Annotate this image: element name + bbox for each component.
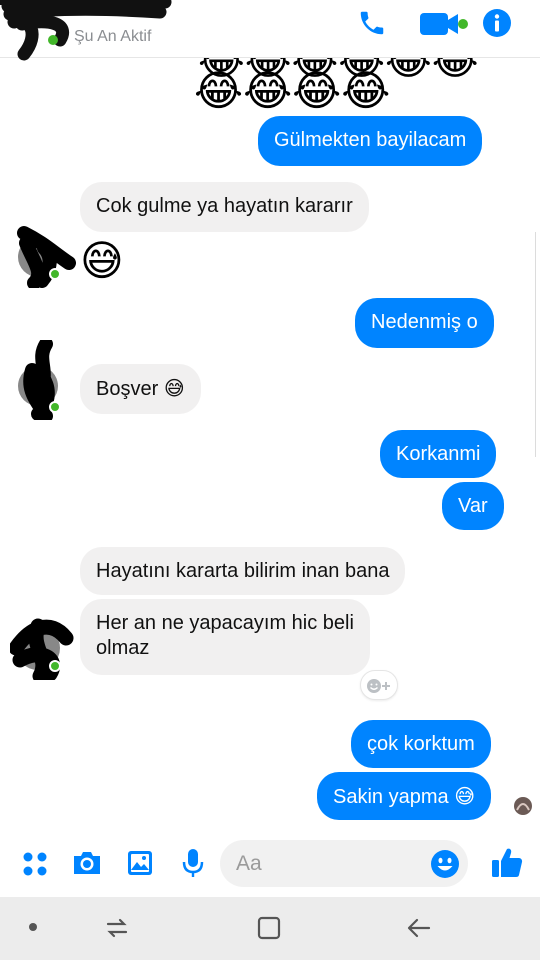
message-incoming[interactable]: Her an ne yapacayım hic beli olmaz bbox=[80, 599, 370, 675]
message-outgoing[interactable]: Korkanmi bbox=[380, 430, 497, 478]
message-list[interactable]: 😂😂😂😂😂😂 😂😂😂😂 Gülmekten bayilacam Cok gulm… bbox=[0, 58, 540, 833]
message-text: Sakin yapma bbox=[333, 786, 449, 808]
message-outgoing[interactable]: Var bbox=[442, 482, 504, 530]
message-incoming[interactable]: Hayatını kararta bilirim inan bana bbox=[80, 547, 406, 595]
avatar[interactable] bbox=[14, 223, 76, 288]
conversation-header: Şu An Aktif bbox=[0, 0, 540, 61]
home-icon[interactable] bbox=[256, 915, 282, 941]
avatar[interactable] bbox=[10, 608, 76, 680]
add-reaction-icon bbox=[367, 679, 390, 693]
nav-dot-icon[interactable] bbox=[29, 923, 37, 931]
apps-icon[interactable] bbox=[22, 851, 48, 877]
read-receipt-avatar bbox=[514, 797, 532, 815]
video-icon[interactable] bbox=[418, 8, 470, 38]
thumbs-up-icon[interactable] bbox=[490, 846, 524, 880]
info-icon[interactable] bbox=[482, 8, 512, 38]
emoji-tears-of-joy-row: 😂😂😂😂 bbox=[194, 66, 391, 115]
message-text-line: olmaz bbox=[96, 637, 150, 659]
back-icon[interactable] bbox=[405, 915, 433, 941]
message-text-line: Her an ne yapacayım hic beli bbox=[96, 612, 354, 634]
image-icon[interactable] bbox=[126, 849, 154, 877]
microphone-icon[interactable] bbox=[181, 847, 205, 879]
message-input-placeholder: Aa bbox=[236, 852, 262, 875]
online-indicator bbox=[49, 401, 61, 413]
camera-icon[interactable] bbox=[71, 849, 103, 877]
emoji-icon[interactable] bbox=[430, 849, 460, 879]
active-status: Şu An Aktif bbox=[74, 28, 152, 45]
emoji-grinning-sweat: 😅 bbox=[454, 784, 476, 808]
online-indicator bbox=[49, 268, 61, 280]
message-outgoing[interactable]: çok korktum bbox=[351, 720, 491, 768]
phone-icon[interactable] bbox=[357, 8, 387, 38]
emoji-grinning-sweat: 😅 bbox=[163, 376, 185, 400]
scroll-track[interactable] bbox=[535, 232, 540, 457]
message-outgoing[interactable]: Sakin yapma 😅 bbox=[317, 772, 492, 820]
system-navigation-bar bbox=[0, 897, 540, 960]
emoji-grinning-sweat: 😅 bbox=[80, 236, 124, 285]
online-indicator bbox=[48, 35, 58, 45]
message-outgoing[interactable]: Gülmekten bayilacam bbox=[258, 116, 483, 166]
online-indicator bbox=[49, 660, 61, 672]
message-outgoing[interactable]: Nedenmiş o bbox=[355, 298, 494, 348]
message-incoming[interactable]: Boşver 😅 bbox=[80, 364, 201, 414]
add-reaction-button[interactable] bbox=[360, 670, 398, 700]
recent-apps-icon[interactable] bbox=[104, 915, 130, 941]
message-incoming[interactable]: Cok gulme ya hayatın kararır bbox=[80, 182, 369, 232]
message-text: Boşver bbox=[96, 378, 159, 400]
composer-bar: Aa bbox=[0, 835, 540, 897]
message-input[interactable]: Aa bbox=[220, 840, 468, 887]
